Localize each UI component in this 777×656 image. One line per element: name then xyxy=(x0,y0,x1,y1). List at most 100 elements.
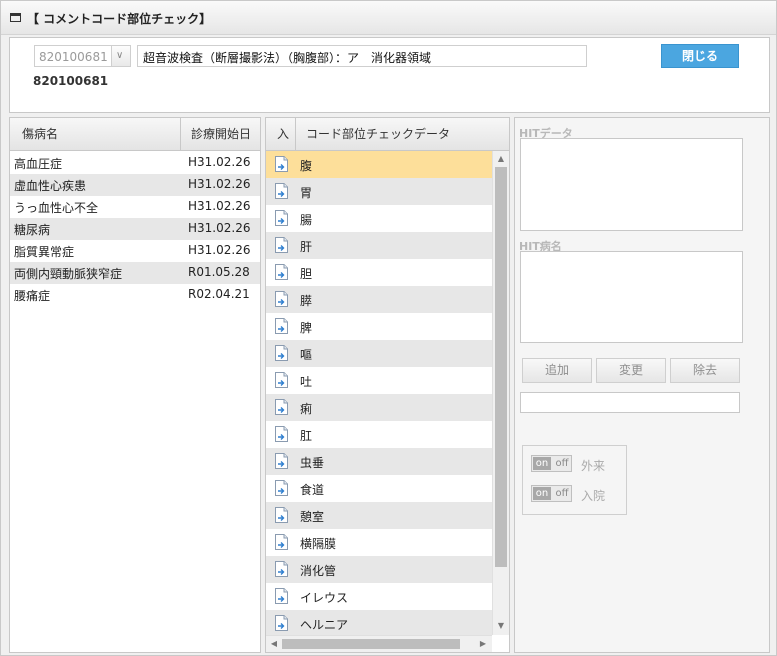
document-arrow-icon[interactable] xyxy=(275,345,288,361)
horizontal-scroll-thumb[interactable] xyxy=(282,639,460,649)
column-divider[interactable] xyxy=(180,118,181,150)
disease-row[interactable]: 腰痛症 R02.04.21 xyxy=(10,284,260,306)
scroll-up-icon[interactable]: ▲ xyxy=(496,154,506,164)
disease-row[interactable]: 脂質異常症 H31.02.26 xyxy=(10,240,260,262)
disease-name: 腰痛症 xyxy=(14,289,51,303)
code-row[interactable]: 嘔 xyxy=(266,340,492,367)
code-row[interactable]: 食道 xyxy=(266,475,492,502)
column-header-disease[interactable]: 傷病名 xyxy=(22,118,58,150)
vertical-scroll-thumb[interactable] xyxy=(495,167,507,567)
disease-list-panel: 傷病名 診療開始日 高血圧症 H31.02.26 虚血性心疾患 H31.02.26 うっ… xyxy=(9,117,261,653)
disease-name: 高血圧症 xyxy=(14,157,63,171)
vertical-scrollbar[interactable]: ▲ ▼ xyxy=(492,151,509,635)
toggle-off-label: off xyxy=(555,458,569,469)
document-arrow-icon[interactable] xyxy=(275,264,288,280)
document-arrow-icon[interactable] xyxy=(275,453,288,469)
toggle-on-label: on xyxy=(533,487,551,500)
outpatient-label: 外来 xyxy=(581,459,606,473)
disease-name: 両側内頸動脈狭窄症 xyxy=(14,267,123,281)
disease-name: 糖尿病 xyxy=(14,223,51,237)
disease-start-date: R01.05.28 xyxy=(188,265,250,279)
code-row[interactable]: 虫垂 xyxy=(266,448,492,475)
disease-row[interactable]: 高血圧症 H31.02.26 xyxy=(10,152,260,174)
document-arrow-icon[interactable] xyxy=(275,291,288,307)
code-label: 腹 xyxy=(300,159,313,173)
code-row[interactable]: 脾 xyxy=(266,313,492,340)
code-label: 横隔膜 xyxy=(300,537,337,551)
disease-start-date: H31.02.26 xyxy=(188,221,251,235)
change-button[interactable]: 変更 xyxy=(596,358,666,383)
document-arrow-icon[interactable] xyxy=(275,480,288,496)
document-arrow-icon[interactable] xyxy=(275,426,288,442)
code-label: 肝 xyxy=(300,240,313,254)
code-row[interactable]: 憩室 xyxy=(266,502,492,529)
column-divider[interactable] xyxy=(295,118,296,150)
document-arrow-icon[interactable] xyxy=(275,399,288,415)
column-header-start-date[interactable]: 診療開始日 xyxy=(191,118,251,150)
document-arrow-icon[interactable] xyxy=(275,183,288,199)
window-icon xyxy=(10,13,21,22)
disease-row[interactable]: うっ血性心不全 H31.02.26 xyxy=(10,196,260,218)
disease-start-date: H31.02.26 xyxy=(188,199,251,213)
hit-disease-box[interactable] xyxy=(520,251,743,343)
code-row[interactable]: 胃 xyxy=(266,178,492,205)
code-row[interactable]: 消化管 xyxy=(266,556,492,583)
document-arrow-icon[interactable] xyxy=(275,507,288,523)
add-button[interactable]: 追加 xyxy=(522,358,592,383)
code-row[interactable]: 吐 xyxy=(266,367,492,394)
code-row[interactable]: 腹 xyxy=(266,151,492,178)
disease-start-date: H31.02.26 xyxy=(188,243,251,257)
dialog-title: 【 コメントコード部位チェック】 xyxy=(27,12,212,26)
document-arrow-icon[interactable] xyxy=(275,318,288,334)
code-label: ヘルニア xyxy=(300,618,349,632)
hit-data-box[interactable] xyxy=(520,138,743,231)
document-arrow-icon[interactable] xyxy=(275,372,288,388)
disease-name: 脂質異常症 xyxy=(14,245,75,259)
code-row[interactable]: 肛 xyxy=(266,421,492,448)
disease-start-date: R02.04.21 xyxy=(188,287,250,301)
hit-panel: HITデータ HIT病名 追加 変更 除去 on off 外来 on off 入… xyxy=(514,117,770,653)
code-row[interactable]: 痢 xyxy=(266,394,492,421)
scroll-down-icon[interactable]: ▼ xyxy=(496,621,506,631)
remove-button[interactable]: 除去 xyxy=(670,358,740,383)
code-row[interactable]: イレウス xyxy=(266,583,492,610)
outpatient-toggle[interactable]: on off xyxy=(531,455,572,472)
header-panel: 820100681 ∨ 超音波検査（断層撮影法）（胸腹部）：ア 消化器領域 閉じ… xyxy=(9,37,770,113)
document-arrow-icon[interactable] xyxy=(275,615,288,631)
code-row[interactable]: 横隔膜 xyxy=(266,529,492,556)
code-select-value: 820100681 xyxy=(39,50,108,64)
code-row[interactable]: ヘルニア xyxy=(266,610,492,637)
inpatient-label: 入院 xyxy=(581,489,606,503)
close-button[interactable]: 閉じる xyxy=(661,44,739,68)
code-label: 憩室 xyxy=(300,510,325,524)
code-label: 虫垂 xyxy=(300,456,325,470)
inpatient-toggle[interactable]: on off xyxy=(531,485,572,502)
column-header-code-data[interactable]: コード部位チェックデータ xyxy=(306,118,450,150)
code-label: 胃 xyxy=(300,186,313,200)
input-field[interactable] xyxy=(520,392,740,413)
chevron-down-icon: ∨ xyxy=(116,50,124,61)
disease-row[interactable]: 虚血性心疾患 H31.02.26 xyxy=(10,174,260,196)
code-row[interactable]: 膵 xyxy=(266,286,492,313)
disease-row[interactable]: 両側内頸動脈狭窄症 R01.05.28 xyxy=(10,262,260,284)
document-arrow-icon[interactable] xyxy=(275,588,288,604)
horizontal-scrollbar[interactable]: ◀ ▶ xyxy=(266,635,492,652)
scroll-right-icon[interactable]: ▶ xyxy=(478,639,488,649)
code-row[interactable]: 腸 xyxy=(266,205,492,232)
code-table-header: 入 コード部位チェックデータ xyxy=(266,118,509,151)
document-arrow-icon[interactable] xyxy=(275,156,288,172)
disease-row[interactable]: 糖尿病 H31.02.26 xyxy=(10,218,260,240)
scroll-left-icon[interactable]: ◀ xyxy=(269,639,279,649)
code-select[interactable]: 820100681 ∨ xyxy=(34,45,131,67)
document-arrow-icon[interactable] xyxy=(275,534,288,550)
code-row[interactable]: 胆 xyxy=(266,259,492,286)
document-arrow-icon[interactable] xyxy=(275,210,288,226)
visit-type-toggles: on off 外来 on off 入院 xyxy=(522,445,627,515)
code-select-dropdown-button[interactable]: ∨ xyxy=(111,46,130,66)
column-header-in[interactable]: 入 xyxy=(277,118,289,150)
document-arrow-icon[interactable] xyxy=(275,561,288,577)
exam-name-field[interactable]: 超音波検査（断層撮影法）（胸腹部）：ア 消化器領域 xyxy=(137,45,587,67)
code-row[interactable]: 肝 xyxy=(266,232,492,259)
document-arrow-icon[interactable] xyxy=(275,237,288,253)
code-label: 嘔 xyxy=(300,348,313,362)
